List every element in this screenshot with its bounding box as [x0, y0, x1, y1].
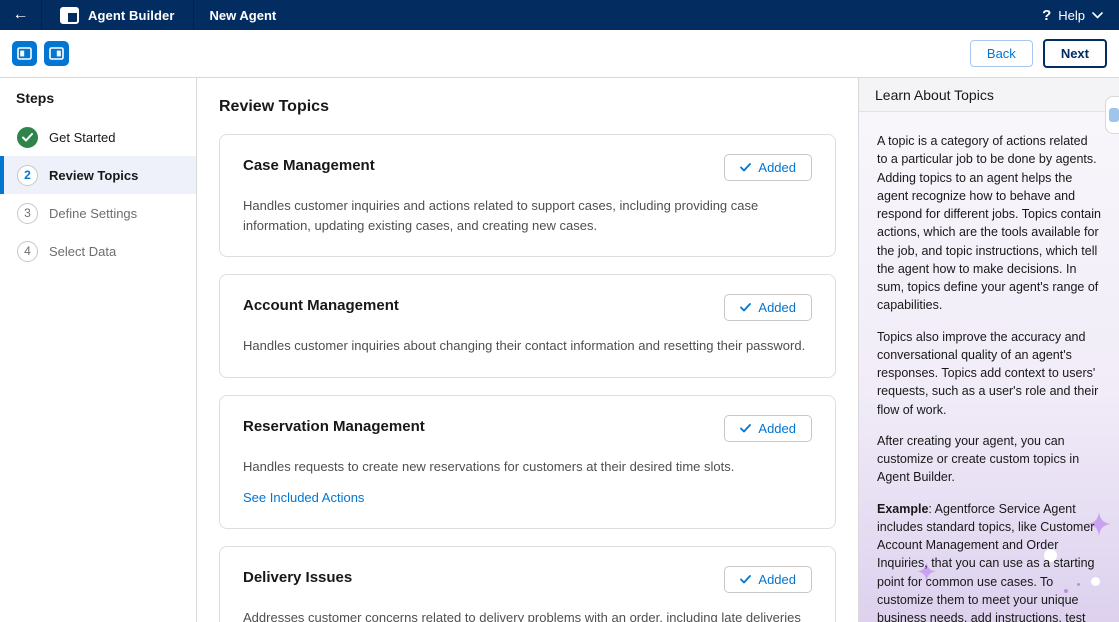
chevron-down-icon — [1092, 12, 1103, 19]
topic-card-account-management: Account Management Added Handles custome… — [219, 274, 836, 378]
topic-description: Handles customer inquiries and actions r… — [243, 196, 812, 235]
step-label: Select Data — [49, 244, 116, 259]
learn-paragraph: After creating your agent, you can custo… — [877, 432, 1101, 487]
see-included-actions-link[interactable]: See Included Actions — [243, 490, 364, 505]
topic-card-case-management: Case Management Added Handles customer i… — [219, 134, 836, 257]
topic-title: Reservation Management — [243, 415, 425, 435]
added-label: Added — [758, 160, 796, 175]
step-number: 3 — [17, 203, 38, 224]
topic-title: Delivery Issues — [243, 566, 352, 586]
learn-paragraph: A topic is a category of actions related… — [877, 132, 1101, 315]
panel-left-icon — [17, 47, 32, 60]
help-question-icon: ? — [1042, 7, 1051, 24]
added-button[interactable]: Added — [724, 566, 812, 593]
added-button[interactable]: Added — [724, 294, 812, 321]
added-label: Added — [758, 421, 796, 436]
step-label: Define Settings — [49, 206, 137, 221]
topic-description: Handles customer inquiries about changin… — [243, 336, 812, 356]
topic-title: Account Management — [243, 294, 399, 314]
step-label: Review Topics — [49, 168, 138, 183]
topic-description: Handles requests to create new reservati… — [243, 457, 812, 477]
step-review-topics[interactable]: 2 Review Topics — [0, 156, 196, 194]
step-get-started[interactable]: Get Started — [0, 118, 196, 156]
check-icon — [740, 572, 751, 587]
top-navbar: ← Agent Builder New Agent ? Help — [0, 0, 1119, 30]
toolbar: Back Next — [0, 30, 1119, 78]
example-label: Example — [877, 502, 928, 516]
toggle-right-panel-button[interactable] — [44, 41, 69, 66]
step-number: 2 — [17, 165, 38, 186]
app-title: Agent Builder — [88, 8, 175, 23]
panel-right-icon — [49, 47, 64, 60]
topic-card-delivery-issues: Delivery Issues Added Addresses customer… — [219, 546, 836, 622]
topic-description: Addresses customer concerns related to d… — [243, 608, 812, 622]
steps-heading: Steps — [0, 90, 196, 118]
back-arrow-icon: ← — [13, 6, 29, 24]
added-button[interactable]: Added — [724, 154, 812, 181]
next-button[interactable]: Next — [1043, 39, 1107, 68]
check-icon — [740, 300, 751, 315]
review-topics-panel: Review Topics Case Management Added Hand… — [197, 78, 858, 622]
added-button[interactable]: Added — [724, 415, 812, 442]
einstein-icon — [1109, 108, 1119, 122]
added-label: Added — [758, 300, 796, 315]
section-title: Review Topics — [219, 98, 836, 116]
topic-title: Case Management — [243, 154, 375, 174]
step-complete-icon — [17, 127, 38, 148]
app-title-group: Agent Builder — [42, 0, 194, 30]
learn-panel-body: A topic is a category of actions related… — [859, 112, 1119, 622]
learn-about-topics-panel: Learn About Topics A topic is a category… — [858, 78, 1119, 622]
step-define-settings[interactable]: 3 Define Settings — [0, 194, 196, 232]
added-label: Added — [758, 572, 796, 587]
steps-sidebar: Steps Get Started 2 Review Topics 3 Defi… — [0, 78, 197, 622]
builder-layout-icon — [60, 7, 79, 24]
page-title: New Agent — [194, 8, 293, 23]
panel-collapse-handle[interactable] — [1105, 96, 1119, 134]
toggle-left-panel-button[interactable] — [12, 41, 37, 66]
check-icon — [740, 421, 751, 436]
topic-card-reservation-management: Reservation Management Added Handles req… — [219, 395, 836, 530]
back-button[interactable]: Back — [970, 40, 1033, 67]
help-label: Help — [1058, 8, 1085, 23]
step-number: 4 — [17, 241, 38, 262]
back-arrow-button[interactable]: ← — [0, 0, 42, 30]
learn-paragraph: Topics also improve the accuracy and con… — [877, 328, 1101, 419]
agent-builder-app: ← Agent Builder New Agent ? Help — [0, 0, 1119, 622]
help-menu[interactable]: ? Help — [1042, 7, 1119, 24]
learn-example-paragraph: Example: Agentforce Service Agent includ… — [877, 500, 1101, 622]
step-label: Get Started — [49, 130, 115, 145]
check-icon — [740, 160, 751, 175]
step-select-data[interactable]: 4 Select Data — [0, 232, 196, 270]
learn-panel-title: Learn About Topics — [859, 78, 1119, 112]
